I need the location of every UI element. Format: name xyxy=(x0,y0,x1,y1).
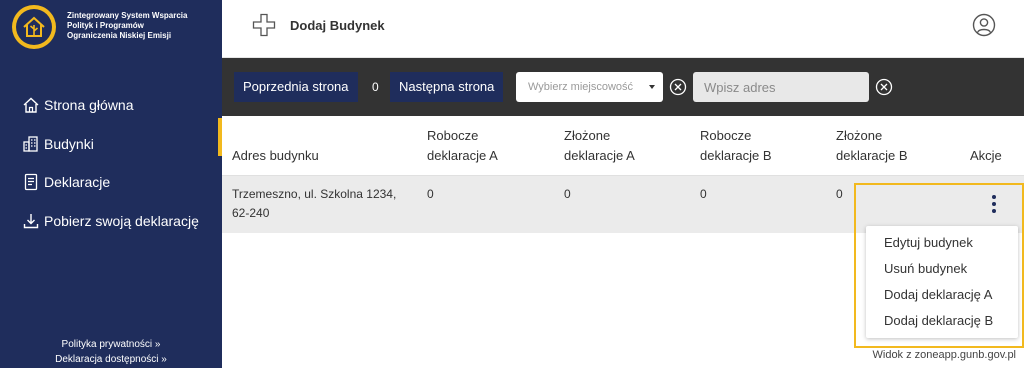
buildings-icon xyxy=(23,136,38,152)
cell-submitted-a: 0 xyxy=(564,187,571,201)
menu-item-delete-building[interactable]: Usuń budynek xyxy=(866,258,1018,284)
previous-page-button[interactable]: Poprzednia strona xyxy=(234,72,358,102)
user-account-icon[interactable] xyxy=(972,13,996,37)
sidebar-item-label: Strona główna xyxy=(44,97,134,114)
actions-dropdown-menu: Edytuj budynek Usuń budynek Dodaj deklar… xyxy=(866,226,1018,338)
menu-item-add-declaration-a[interactable]: Dodaj deklarację A xyxy=(866,284,1018,310)
menu-item-add-declaration-b[interactable]: Dodaj deklarację B xyxy=(866,310,1018,336)
app-title: Zintegrowany System Wsparcia Polityk i P… xyxy=(67,11,188,40)
sidebar-item-label: Pobierz swoją deklarację xyxy=(44,212,199,229)
city-select[interactable]: Wybierz miejscowość xyxy=(516,72,663,102)
address-input[interactable] xyxy=(693,72,869,102)
clear-address-icon[interactable] xyxy=(875,78,893,96)
column-header-draft-a: Robocze deklaracje A xyxy=(427,128,498,163)
source-watermark: Widok z zoneapp.gunb.gov.pl xyxy=(872,349,1017,361)
column-header-actions: Akcje xyxy=(970,148,1002,163)
next-page-button[interactable]: Następna strona xyxy=(390,72,504,102)
top-bar: Dodaj Budynek xyxy=(222,0,1024,58)
sidebar-item-home[interactable]: Strona główna xyxy=(22,86,199,125)
clear-city-icon[interactable] xyxy=(669,78,687,96)
caret-down-icon xyxy=(649,85,655,89)
city-select-placeholder: Wybierz miejscowość xyxy=(528,81,634,93)
page-number: 0 xyxy=(372,80,379,94)
active-nav-indicator xyxy=(218,118,222,156)
document-icon xyxy=(24,174,38,191)
filter-bar: Poprzednia strona 0 Następna strona Wybi… xyxy=(222,58,1024,116)
download-icon xyxy=(23,213,39,228)
cell-draft-b: 0 xyxy=(700,187,707,201)
sidebar-item-download-declaration[interactable]: Pobierz swoją deklarację xyxy=(22,202,199,241)
column-header-address: Adres budynku xyxy=(232,148,319,163)
cell-submitted-b: 0 xyxy=(836,187,843,201)
column-header-draft-b: Robocze deklaracje B xyxy=(700,128,772,163)
cell-address: Trzemeszno, ul. Szkolna 1234, 62-240 xyxy=(232,187,397,220)
logo-badge xyxy=(12,5,56,49)
app-logo[interactable]: Zintegrowany System Wsparcia Polityk i P… xyxy=(12,5,207,49)
sidebar-footer: Polityka prywatności » Deklaracja dostęp… xyxy=(0,337,222,367)
sidebar-item-declarations[interactable]: Deklaracje xyxy=(22,163,199,202)
kebab-menu-icon[interactable] xyxy=(990,195,998,215)
column-header-submitted-b: Złożone deklaracje B xyxy=(836,128,908,163)
house-tree-icon xyxy=(23,16,45,37)
sidebar: Zintegrowany System Wsparcia Polityk i P… xyxy=(0,0,222,368)
menu-item-edit-building[interactable]: Edytuj budynek xyxy=(866,232,1018,258)
cell-draft-a: 0 xyxy=(427,187,434,201)
accessibility-statement-link[interactable]: Deklaracja dostępności » xyxy=(0,352,222,367)
home-icon xyxy=(23,97,39,113)
sidebar-item-buildings[interactable]: Budynki xyxy=(22,125,199,164)
sidebar-item-label: Budynki xyxy=(44,135,94,152)
column-header-submitted-a: Złożone deklaracje A xyxy=(564,128,635,163)
privacy-policy-link[interactable]: Polityka prywatności » xyxy=(0,337,222,352)
add-building-button[interactable]: Dodaj Budynek xyxy=(252,13,385,37)
sidebar-nav: Strona główna Budynki Deklaracje Pobierz… xyxy=(22,86,199,240)
plus-icon xyxy=(252,13,276,37)
sidebar-item-label: Deklaracje xyxy=(44,174,111,191)
add-building-label: Dodaj Budynek xyxy=(290,17,385,33)
